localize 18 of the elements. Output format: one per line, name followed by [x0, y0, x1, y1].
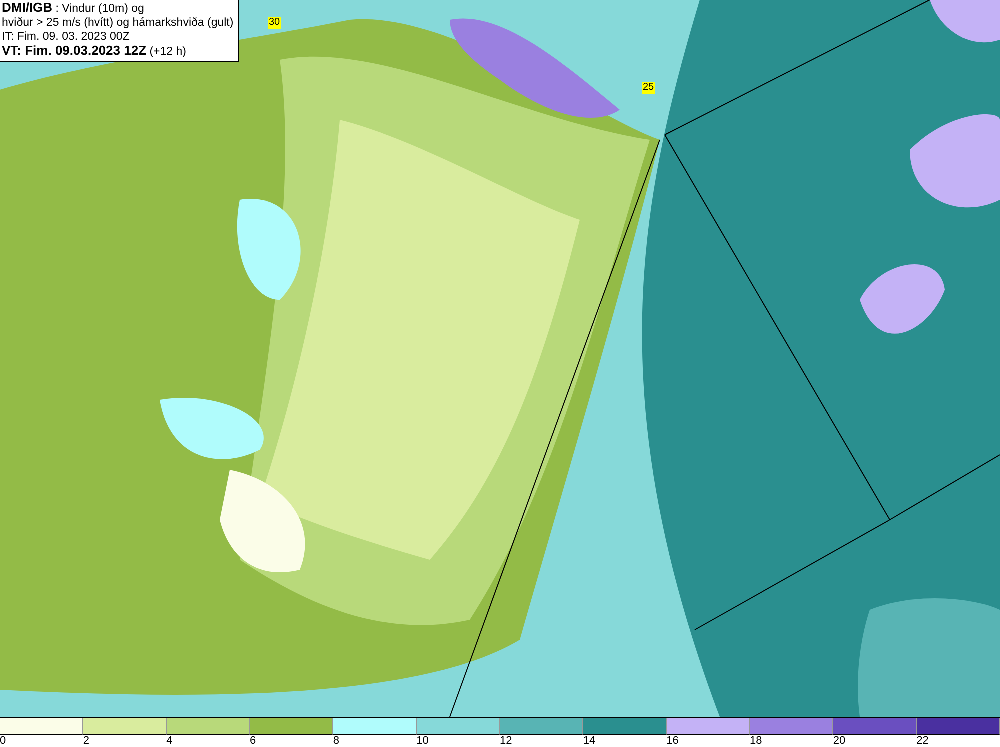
legend-label: 20 — [833, 735, 846, 747]
gust-label: 25 — [642, 82, 656, 94]
legend-label: 2 — [83, 735, 90, 747]
title-line: hviður > 25 m/s (hvítt) og hámarkshviða (gult) — [2, 16, 234, 30]
legend-label: 6 — [250, 735, 256, 747]
legend-label: 8 — [333, 735, 340, 747]
gust-label: 30 — [268, 17, 282, 29]
legend-label: 12 — [500, 735, 512, 747]
legend-label: 22 — [916, 735, 929, 747]
legend-label: 16 — [666, 735, 679, 747]
title-line: IT: Fim. 09. 03. 2023 00Z — [2, 30, 131, 44]
legend-label: 14 — [583, 735, 596, 747]
legend-label: 18 — [750, 735, 762, 747]
legend-label: 10 — [416, 735, 429, 747]
title-line: DMI/IGB : Vindur (10m) og — [2, 1, 146, 16]
legend-label: 0 — [0, 735, 6, 747]
title-line: VT: Fim. 09.03.2023 12Z (+12 h) — [2, 44, 188, 59]
legend-label: 4 — [166, 735, 173, 747]
